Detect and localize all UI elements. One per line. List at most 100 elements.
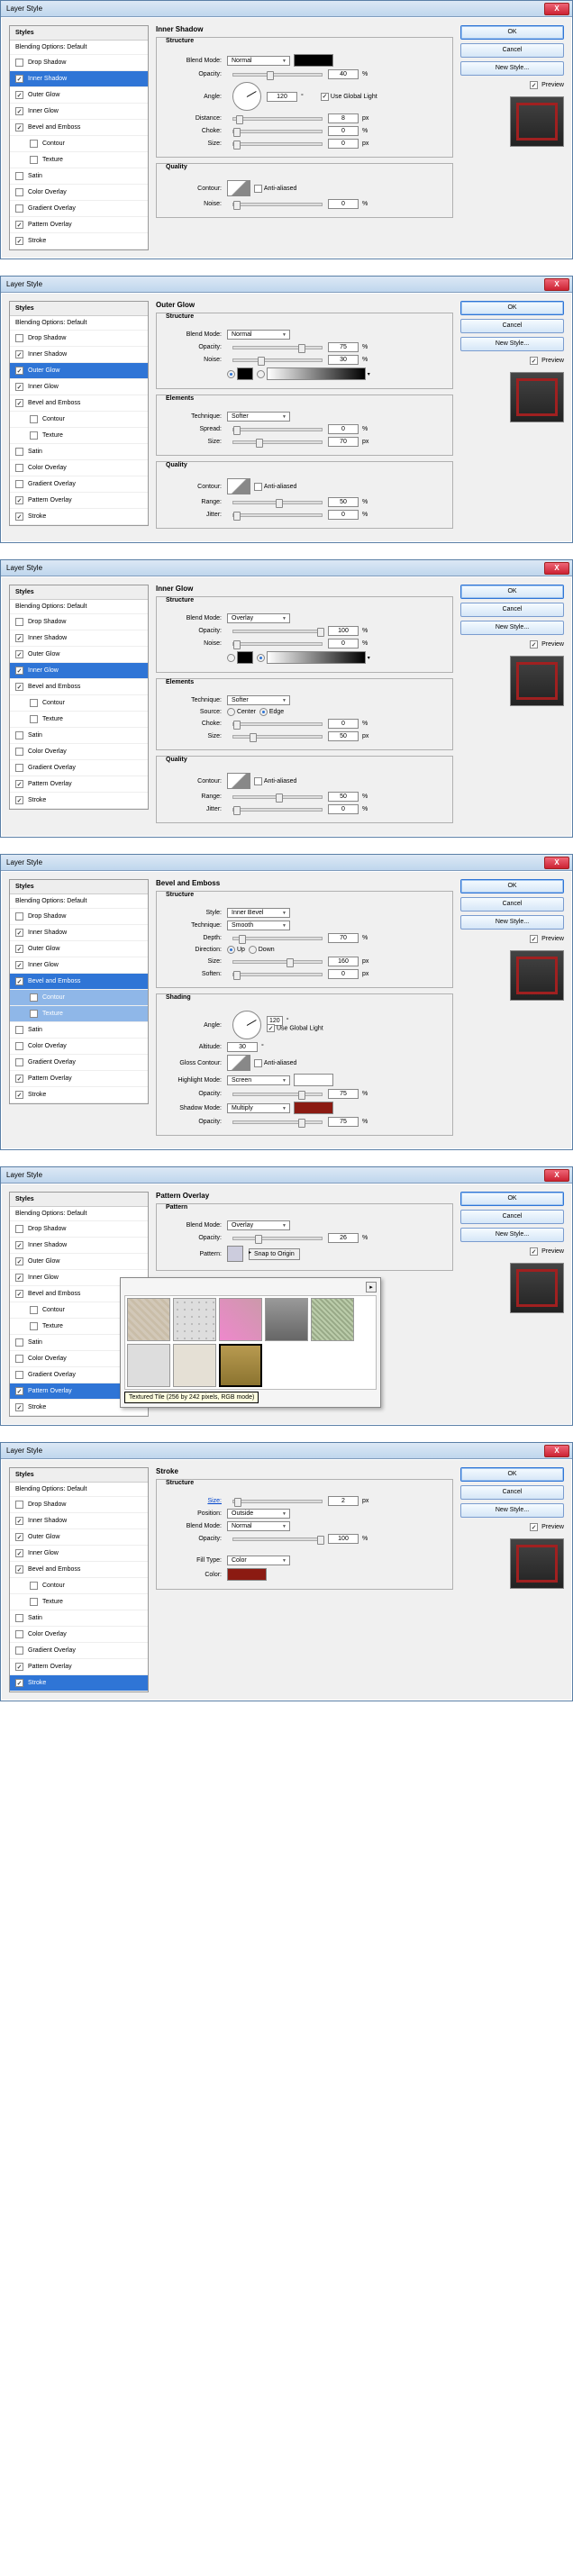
row-satin[interactable]: Satin — [10, 168, 148, 185]
dir-up-radio[interactable] — [227, 946, 235, 954]
cancel-button[interactable]: Cancel — [460, 1485, 564, 1500]
row-outer-glow[interactable]: Outer Glow — [10, 87, 148, 104]
new-style-button[interactable]: New Style... — [460, 1228, 564, 1242]
row-drop-shadow[interactable]: Drop Shadow — [10, 331, 148, 347]
row-color-overlay[interactable]: Color Overlay — [10, 460, 148, 476]
row-outer-glow[interactable]: Outer Glow — [10, 363, 148, 379]
size-input[interactable]: 0 — [328, 139, 359, 149]
choke-input[interactable]: 0 — [328, 126, 359, 136]
pattern-picker[interactable] — [227, 1246, 243, 1262]
center-radio[interactable] — [227, 708, 235, 716]
cancel-button[interactable]: Cancel — [460, 603, 564, 617]
row-inner-shadow[interactable]: Inner Shadow — [10, 347, 148, 363]
edge-radio[interactable] — [259, 708, 268, 716]
ok-button[interactable]: OK — [460, 585, 564, 599]
angle-input[interactable]: 120 — [267, 92, 297, 102]
angle-dial[interactable] — [232, 1011, 261, 1039]
preview-check[interactable] — [530, 81, 538, 89]
row-color-overlay[interactable]: Color Overlay — [10, 185, 148, 201]
cancel-button[interactable]: Cancel — [460, 319, 564, 333]
contour-picker[interactable] — [227, 180, 250, 196]
opacity-input[interactable]: 40 — [328, 69, 359, 79]
row-inner-shadow[interactable]: Inner Shadow — [10, 71, 148, 87]
row-contour[interactable]: Contour — [10, 136, 148, 152]
row-texture[interactable]: Texture — [10, 428, 148, 444]
gradient-picker[interactable] — [267, 367, 366, 380]
color-swatch[interactable] — [237, 367, 253, 380]
close-button[interactable]: X — [544, 857, 569, 869]
ok-button[interactable]: OK — [460, 1192, 564, 1206]
row-bevel-emboss[interactable]: Bevel and Emboss — [10, 120, 148, 136]
ok-button[interactable]: OK — [460, 25, 564, 40]
pattern-thumb[interactable] — [173, 1344, 216, 1387]
row-stroke[interactable]: Stroke — [10, 233, 148, 249]
row-stroke[interactable]: Stroke — [10, 509, 148, 525]
technique-select[interactable]: Smooth — [227, 921, 290, 930]
opacity-slider[interactable] — [232, 346, 323, 349]
menu-icon[interactable]: ▸ — [366, 1282, 377, 1293]
row-bevel-emboss[interactable]: Bevel and Emboss — [10, 395, 148, 412]
close-button[interactable]: X — [544, 3, 569, 15]
close-button[interactable]: X — [544, 1169, 569, 1182]
blend-mode-select[interactable]: Overlay — [227, 613, 290, 623]
cancel-button[interactable]: Cancel — [460, 1210, 564, 1224]
color-radio[interactable] — [227, 654, 235, 662]
opacity-slider[interactable] — [232, 73, 323, 77]
new-style-button[interactable]: New Style... — [460, 61, 564, 76]
technique-select[interactable]: Softer — [227, 412, 290, 422]
size-link[interactable]: Size: — [164, 1498, 227, 1504]
style-select[interactable]: Inner Bevel — [227, 908, 290, 918]
row-pattern-overlay[interactable]: Pattern Overlay — [10, 217, 148, 233]
global-light-check[interactable] — [321, 93, 329, 101]
pattern-thumb[interactable] — [311, 1298, 354, 1341]
row-gradient-overlay[interactable]: Gradient Overlay — [10, 201, 148, 217]
pattern-thumb[interactable] — [265, 1298, 308, 1341]
noise-slider[interactable] — [232, 358, 323, 362]
pattern-thumb[interactable] — [127, 1298, 170, 1341]
row-texture[interactable]: Texture — [10, 152, 148, 168]
row-gradient-overlay[interactable]: Gradient Overlay — [10, 476, 148, 493]
close-button[interactable]: X — [544, 562, 569, 575]
blend-mode-select[interactable]: Normal — [227, 56, 290, 66]
pattern-thumb[interactable] — [173, 1298, 216, 1341]
noise-input[interactable]: 0 — [328, 199, 359, 209]
new-style-button[interactable]: New Style... — [460, 621, 564, 635]
angle-dial[interactable] — [232, 82, 261, 111]
distance-slider[interactable] — [232, 117, 323, 121]
gradient-radio[interactable] — [257, 370, 265, 378]
pattern-thumb[interactable] — [219, 1298, 262, 1341]
noise-slider[interactable] — [232, 203, 323, 206]
contour-picker[interactable] — [227, 478, 250, 494]
blending-options[interactable]: Blending Options: Default — [10, 41, 148, 55]
pattern-thumb[interactable] — [127, 1344, 170, 1387]
cancel-button[interactable]: Cancel — [460, 43, 564, 58]
dir-down-radio[interactable] — [249, 946, 257, 954]
gradient-radio[interactable] — [257, 654, 265, 662]
row-drop-shadow[interactable]: Drop Shadow — [10, 55, 148, 71]
new-style-button[interactable]: New Style... — [460, 915, 564, 930]
position-select[interactable]: Outside — [227, 1509, 290, 1519]
cancel-button[interactable]: Cancel — [460, 897, 564, 912]
ok-button[interactable]: OK — [460, 301, 564, 315]
snap-origin-button[interactable]: Snap to Origin — [249, 1248, 300, 1260]
distance-input[interactable]: 8 — [328, 113, 359, 123]
new-style-button[interactable]: New Style... — [460, 1503, 564, 1518]
ok-button[interactable]: OK — [460, 879, 564, 893]
filltype-select[interactable]: Color — [227, 1556, 290, 1565]
color-swatch[interactable] — [294, 54, 333, 67]
row-inner-glow[interactable]: Inner Glow — [10, 104, 148, 120]
ok-button[interactable]: OK — [460, 1467, 564, 1482]
new-style-button[interactable]: New Style... — [460, 337, 564, 351]
row-contour[interactable]: Contour — [10, 412, 148, 428]
stroke-color-swatch[interactable] — [227, 1568, 267, 1581]
blending-options[interactable]: Blending Options: Default — [10, 316, 148, 331]
row-satin[interactable]: Satin — [10, 444, 148, 460]
close-button[interactable]: X — [544, 1445, 569, 1457]
choke-slider[interactable] — [232, 130, 323, 133]
gradient-picker[interactable] — [267, 651, 366, 664]
pattern-thumb[interactable] — [219, 1344, 262, 1387]
size-slider[interactable] — [232, 142, 323, 146]
close-button[interactable]: X — [544, 278, 569, 291]
row-inner-glow[interactable]: Inner Glow — [10, 379, 148, 395]
blend-mode-select[interactable]: Normal — [227, 330, 290, 340]
